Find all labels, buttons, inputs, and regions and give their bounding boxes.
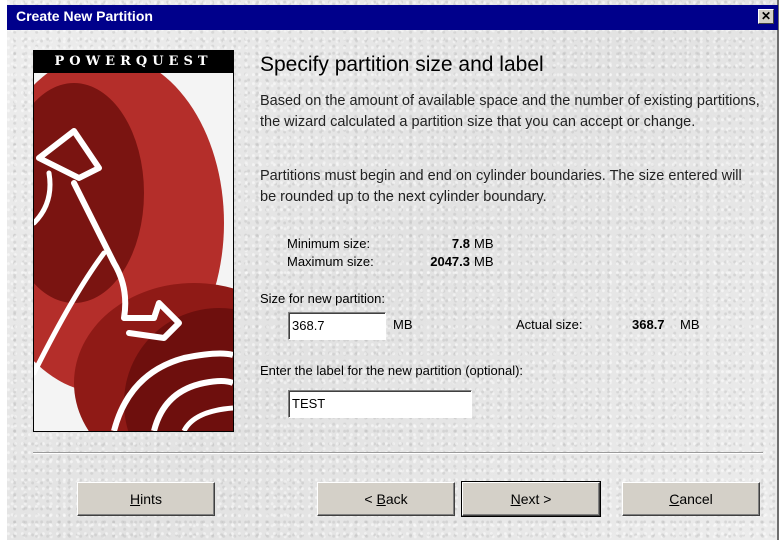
- actual-size-label: Actual size:: [516, 317, 583, 332]
- partition-size-input[interactable]: 368.7: [288, 312, 386, 340]
- powerquest-banner: POWERQUEST: [33, 50, 234, 432]
- label-field-label: Enter the label for the new partition (o…: [260, 363, 524, 378]
- back-button[interactable]: < Back: [317, 482, 455, 516]
- hints-button[interactable]: Hints: [77, 482, 215, 516]
- size-field-label: Size for new partition:: [260, 291, 386, 306]
- next-button[interactable]: Next >: [461, 481, 601, 517]
- size-unit: MB: [393, 317, 413, 332]
- page-title: Specify partition size and label: [260, 53, 544, 76]
- max-size-label: Maximum size:: [287, 254, 374, 269]
- min-size-value: 7.8: [451, 236, 470, 251]
- banner-artwork: [34, 73, 233, 431]
- close-icon: ✕: [760, 9, 772, 23]
- brand-logo: POWERQUEST: [34, 51, 233, 73]
- partition-label-input[interactable]: TEST: [288, 390, 472, 418]
- min-size-label: Minimum size:: [287, 236, 371, 251]
- cancel-button[interactable]: Cancel: [622, 482, 760, 516]
- min-size-unit: MB: [474, 236, 494, 251]
- actual-size-value: 368.7: [632, 317, 665, 332]
- max-size-unit: MB: [474, 254, 494, 269]
- description-paragraph: Based on the amount of available space a…: [260, 93, 760, 130]
- actual-size-unit: MB: [680, 317, 700, 332]
- window-title: Create New Partition: [16, 8, 153, 24]
- cylinder-note-paragraph: Partitions must begin and end on cylinde…: [260, 168, 742, 205]
- dialog-window: Create New Partition ✕ POWERQUEST Specif…: [6, 0, 779, 540]
- close-button[interactable]: ✕: [758, 9, 774, 24]
- button-divider: [33, 452, 763, 454]
- max-size-value: 2047.3: [430, 254, 470, 269]
- title-bar[interactable]: Create New Partition ✕: [7, 5, 778, 30]
